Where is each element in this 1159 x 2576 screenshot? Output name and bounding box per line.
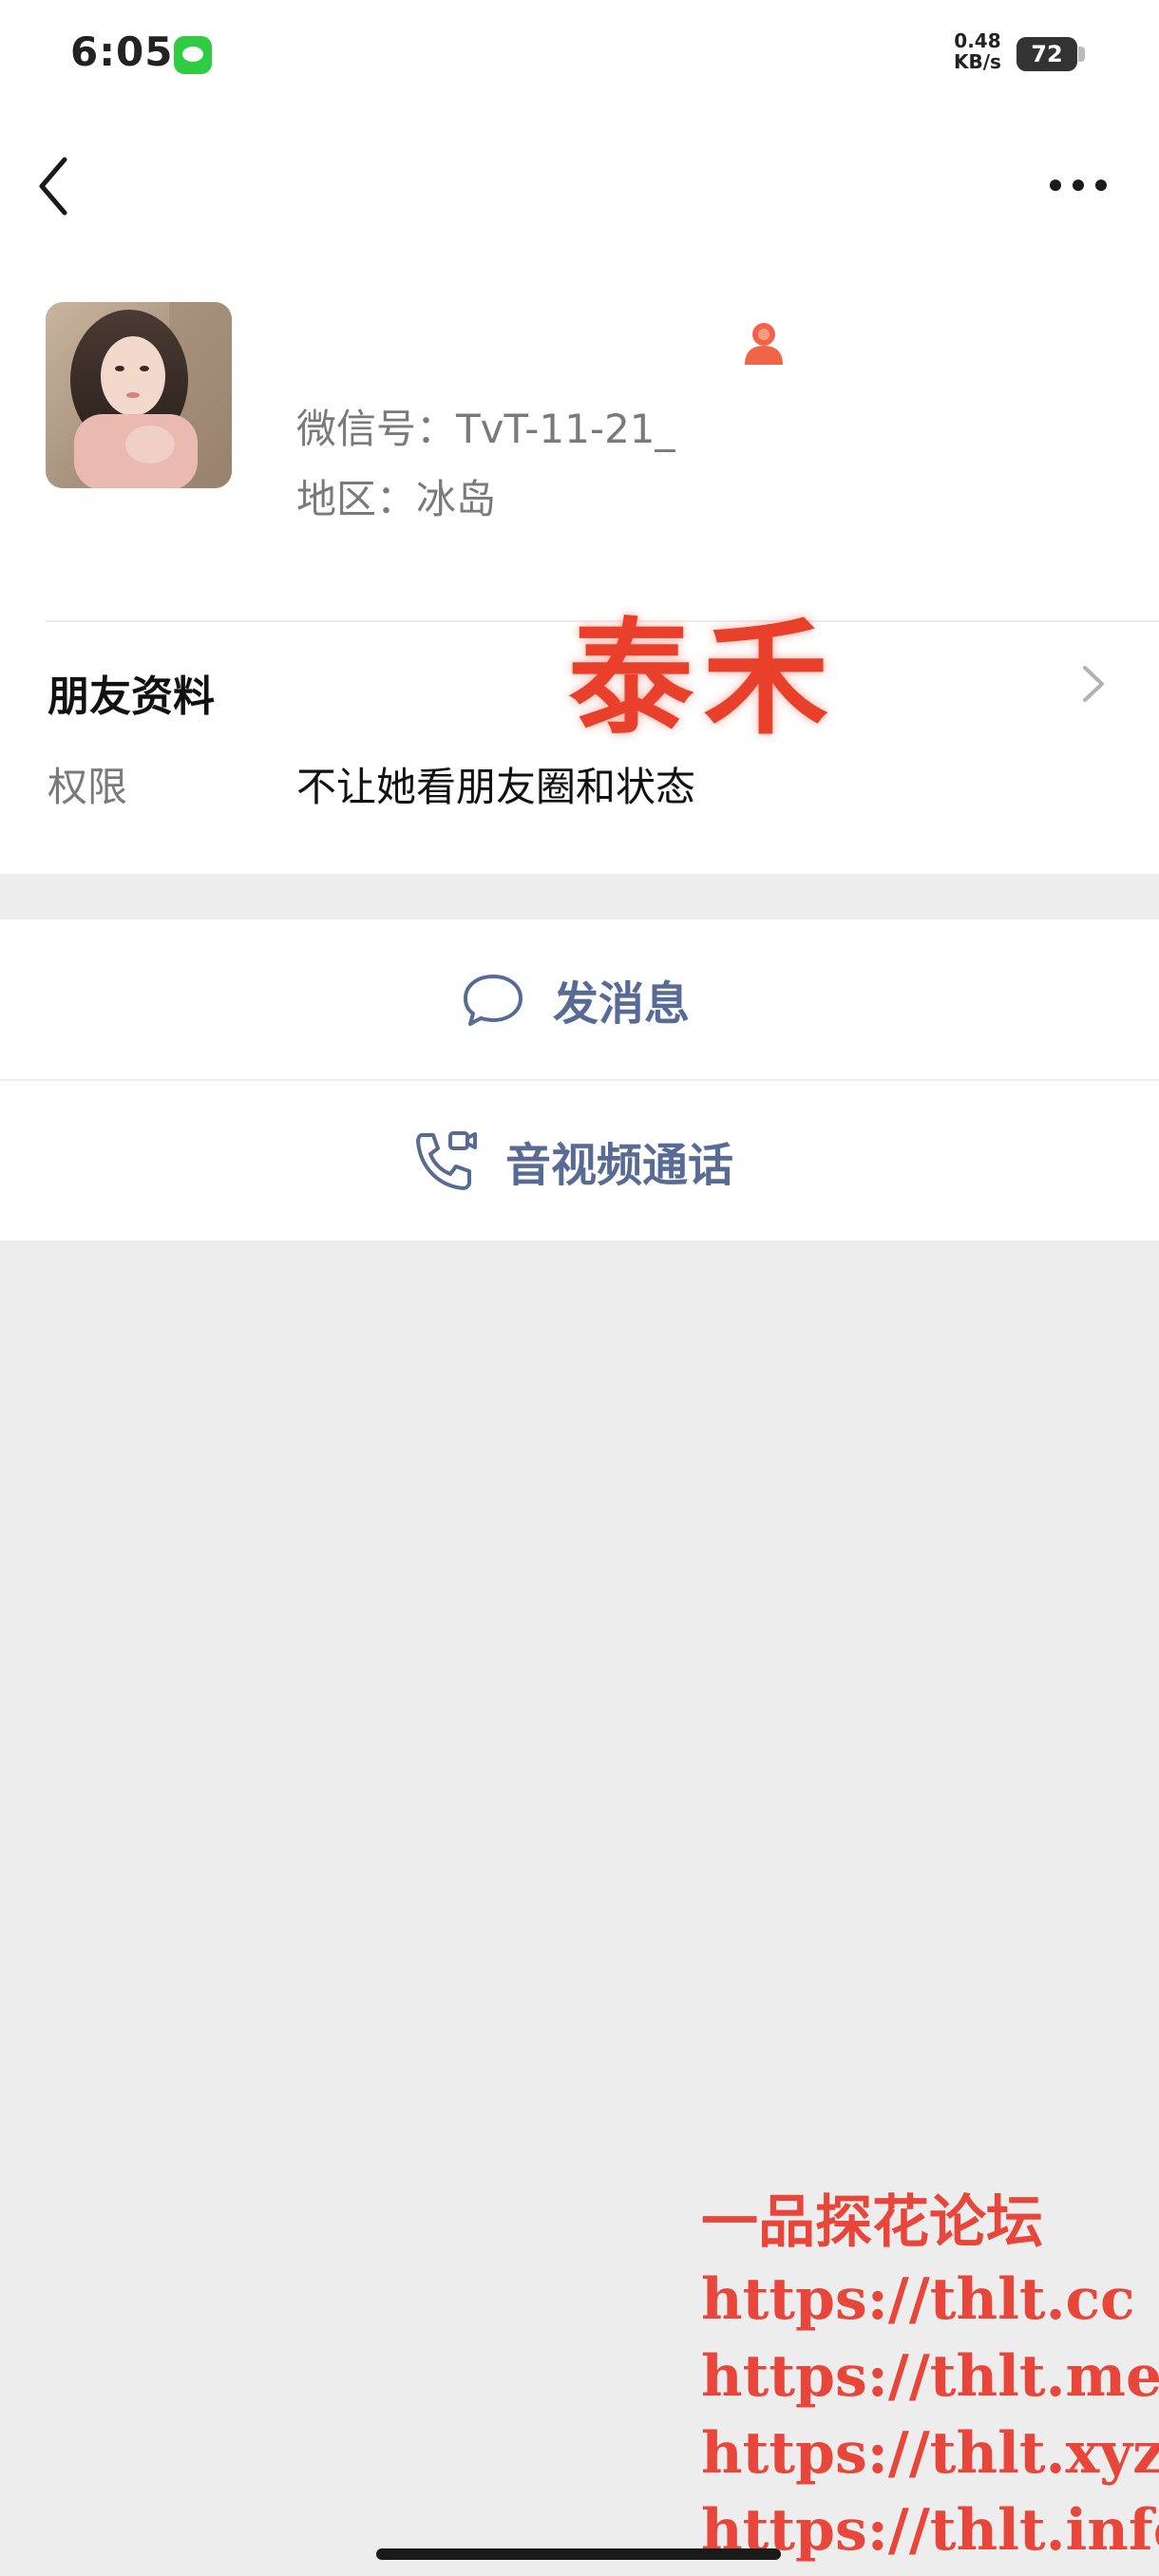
avatar-photo	[46, 302, 232, 488]
more-icon	[1050, 180, 1107, 191]
video-call-label: 音视频通话	[505, 1139, 734, 1192]
permissions-label: 权限	[48, 764, 128, 810]
video-call-content: 音视频通话	[412, 1081, 733, 1241]
battery-icon: 72	[1016, 37, 1085, 71]
message-icon	[174, 36, 212, 74]
network-speed-value: 0.48	[954, 29, 1001, 52]
nav-bar	[0, 114, 1159, 256]
network-speed: 0.48 KB/s	[954, 30, 1001, 72]
phone-video-icon	[416, 1131, 477, 1190]
permissions-row[interactable]: 权限 不让她看朋友圈和状态	[0, 736, 1159, 831]
permissions-value: 不让她看朋友圈和状态	[296, 764, 696, 810]
send-message-label: 发消息	[553, 977, 691, 1031]
friend-info-label: 朋友资料	[48, 672, 215, 721]
region: 地区：冰岛	[296, 476, 497, 522]
status-bar: 6:05 0.48 KB/s 72	[0, 0, 1159, 114]
friend-info-row[interactable]: 朋友资料	[0, 632, 1159, 736]
send-message-content: 发消息	[462, 919, 690, 1079]
forum-name: 一品探花论坛	[701, 2189, 1043, 2256]
chevron-left-icon	[39, 157, 67, 216]
profile-card: 微信号：TvT-11-21_ 地区：冰岛 泰禾 朋友资料 权限 不让她看朋友圈和…	[0, 256, 1159, 874]
status-time: 6:05	[70, 28, 174, 75]
wechat-id: 微信号：TvT-11-21_	[296, 406, 675, 452]
network-speed-unit: KB/s	[954, 50, 1001, 73]
avatar[interactable]	[46, 302, 232, 488]
contact-profile-screen: 6:05 0.48 KB/s 72 微信号：TvT-11-21_ 地区：冰岛 泰…	[0, 0, 1159, 2576]
back-button[interactable]	[34, 154, 91, 220]
watermark-link: https://thlt.xyz	[701, 2420, 1159, 2487]
home-indicator[interactable]	[376, 2548, 781, 2560]
chat-bubble-icon	[464, 975, 522, 1026]
watermark-links: 一品探花论坛 https://thlt.cc https://thlt.me h…	[701, 2185, 1159, 2569]
send-message-button[interactable]: 发消息	[0, 919, 1159, 1079]
video-call-button[interactable]: 音视频通话	[0, 1081, 1159, 1241]
watermark-link: https://thlt.me	[701, 2343, 1159, 2410]
watermark-link: https://thlt.cc	[701, 2266, 1135, 2333]
female-icon	[745, 323, 783, 365]
more-button[interactable]	[1045, 166, 1112, 204]
chevron-right-icon	[1083, 666, 1104, 702]
